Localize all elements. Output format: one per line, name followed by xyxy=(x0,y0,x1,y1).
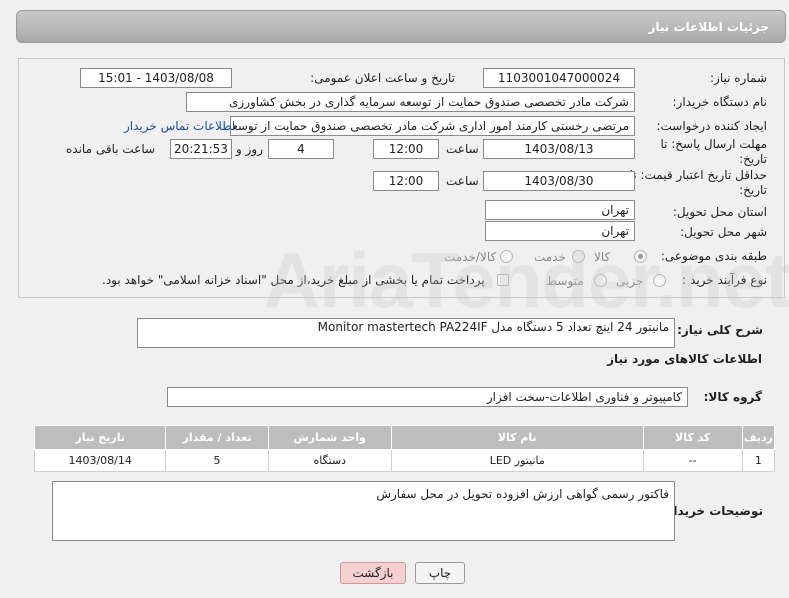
province-label: استان محل تحویل: xyxy=(672,205,767,219)
category-service-label: خدمت xyxy=(534,250,566,264)
cell-date: 1403/08/14 xyxy=(33,449,167,472)
reply-deadline-date: 1403/08/13 xyxy=(483,139,635,159)
city-label: شهر محل تحویل: xyxy=(680,225,767,239)
treasury-payment-checkbox[interactable] xyxy=(497,274,509,286)
reply-time-label: ساعت xyxy=(446,142,479,156)
price-validity-date: 1403/08/30 xyxy=(483,171,635,191)
col-qty: تعداد / مقدار xyxy=(165,425,269,450)
remaining-label: ساعت باقی مانده xyxy=(66,142,156,156)
remaining-time: 20:21:53 xyxy=(170,139,232,159)
requester-field: مرتضی رخستی کارمند امور اداری شرکت مادر … xyxy=(230,116,635,136)
cell-name: مانیتور LED xyxy=(390,449,644,472)
price-validity-time: 12:00 xyxy=(373,171,439,191)
col-date: تاریخ نیاز xyxy=(33,425,167,450)
province-field: تهران xyxy=(485,200,635,220)
buyer-notes-field: فاکتور رسمی گواهی ارزش افزوده تحویل در م… xyxy=(52,481,675,541)
print-button[interactable]: چاپ xyxy=(415,562,465,584)
category-goods-service-radio[interactable] xyxy=(500,250,513,263)
buyer-notes-text: فاکتور رسمی گواهی ارزش افزوده تحویل در م… xyxy=(376,487,669,501)
category-goods-service-label: کالا/خدمت xyxy=(444,250,497,264)
page-header: جزئیات اطلاعات نیاز xyxy=(16,10,786,43)
cell-code: -- xyxy=(642,449,743,472)
summary-text: مانیتور 24 اینچ تعداد 5 دستگاه مدل Monit… xyxy=(317,320,669,334)
col-row: ردیف xyxy=(741,425,776,450)
purchase-minor-radio[interactable] xyxy=(653,274,666,287)
need-number-label: شماره نیاز: xyxy=(710,71,767,85)
table-row[interactable]: 1 -- مانیتور LED دستگاه 5 1403/08/14 xyxy=(33,449,776,472)
category-service-radio[interactable] xyxy=(572,250,585,263)
city-field: تهران xyxy=(485,221,635,241)
reply-deadline-label: مهلت ارسال پاسخ: تا تاریخ: xyxy=(660,137,767,166)
purchase-type-label: نوع فرآیند خرید : xyxy=(682,273,767,287)
table-header-row: ردیف کد کالا نام کالا واحد شمارش تعداد /… xyxy=(33,425,776,450)
purchase-minor-label: جزیی xyxy=(616,274,644,288)
purchase-medium-label: متوسط xyxy=(546,274,584,288)
price-validity-time-label: ساعت xyxy=(446,174,479,188)
buyer-notes-label: توضیحات خریدار: xyxy=(661,504,763,518)
category-goods-label: کالا xyxy=(594,250,611,264)
buyer-contact-link[interactable]: اطلاعات تماس خریدار xyxy=(124,119,235,133)
requester-label: ایجاد کننده درخواست: xyxy=(656,119,767,133)
category-goods-radio[interactable] xyxy=(634,250,647,263)
buyer-org-label: نام دستگاه خریدار: xyxy=(672,95,768,109)
need-number-field: 1103001047000024 xyxy=(483,68,635,88)
announce-datetime-label: تاریخ و ساعت اعلان عمومی: xyxy=(310,71,455,85)
goods-group-label: گروه کالا: xyxy=(703,390,762,404)
goods-table-wrap: ردیف کد کالا نام کالا واحد شمارش تعداد /… xyxy=(33,425,776,472)
back-button[interactable]: بازگشت xyxy=(340,562,406,584)
announce-datetime-field: 1403/08/08 - 15:01 xyxy=(80,68,232,88)
summary-label: شرح کلی نیاز: xyxy=(677,323,763,337)
buyer-org-field: شرکت مادر تخصصی صندوق حمایت از توسعه سرم… xyxy=(186,92,635,112)
col-code: کد کالا xyxy=(642,425,743,450)
purchase-medium-radio[interactable] xyxy=(594,274,607,287)
remaining-days: 4 xyxy=(268,139,334,159)
summary-field: مانیتور 24 اینچ تعداد 5 دستگاه مدل Monit… xyxy=(137,318,675,348)
cell-row: 1 xyxy=(741,449,776,472)
cell-unit: دستگاه xyxy=(267,449,392,472)
days-label: روز و xyxy=(236,142,263,156)
col-name: نام کالا xyxy=(390,425,644,450)
treasury-payment-note: پرداخت تمام یا بخشی از مبلغ خرید،از محل … xyxy=(102,273,485,287)
reply-deadline-time: 12:00 xyxy=(373,139,439,159)
category-label: طبقه بندی موضوعی: xyxy=(660,249,767,263)
goods-table: ردیف کد کالا نام کالا واحد شمارش تعداد /… xyxy=(33,425,776,472)
goods-group-field: کامپیوتر و فناوری اطلاعات-سخت افزار xyxy=(167,387,688,407)
col-unit: واحد شمارش xyxy=(267,425,392,450)
goods-section-title: اطلاعات کالاهای مورد نیاز xyxy=(607,352,762,366)
cell-qty: 5 xyxy=(165,449,269,472)
price-validity-label: حداقل تاریخ اعتبار قیمت: تا تاریخ: xyxy=(629,168,767,197)
page-title: جزئیات اطلاعات نیاز xyxy=(648,20,769,34)
